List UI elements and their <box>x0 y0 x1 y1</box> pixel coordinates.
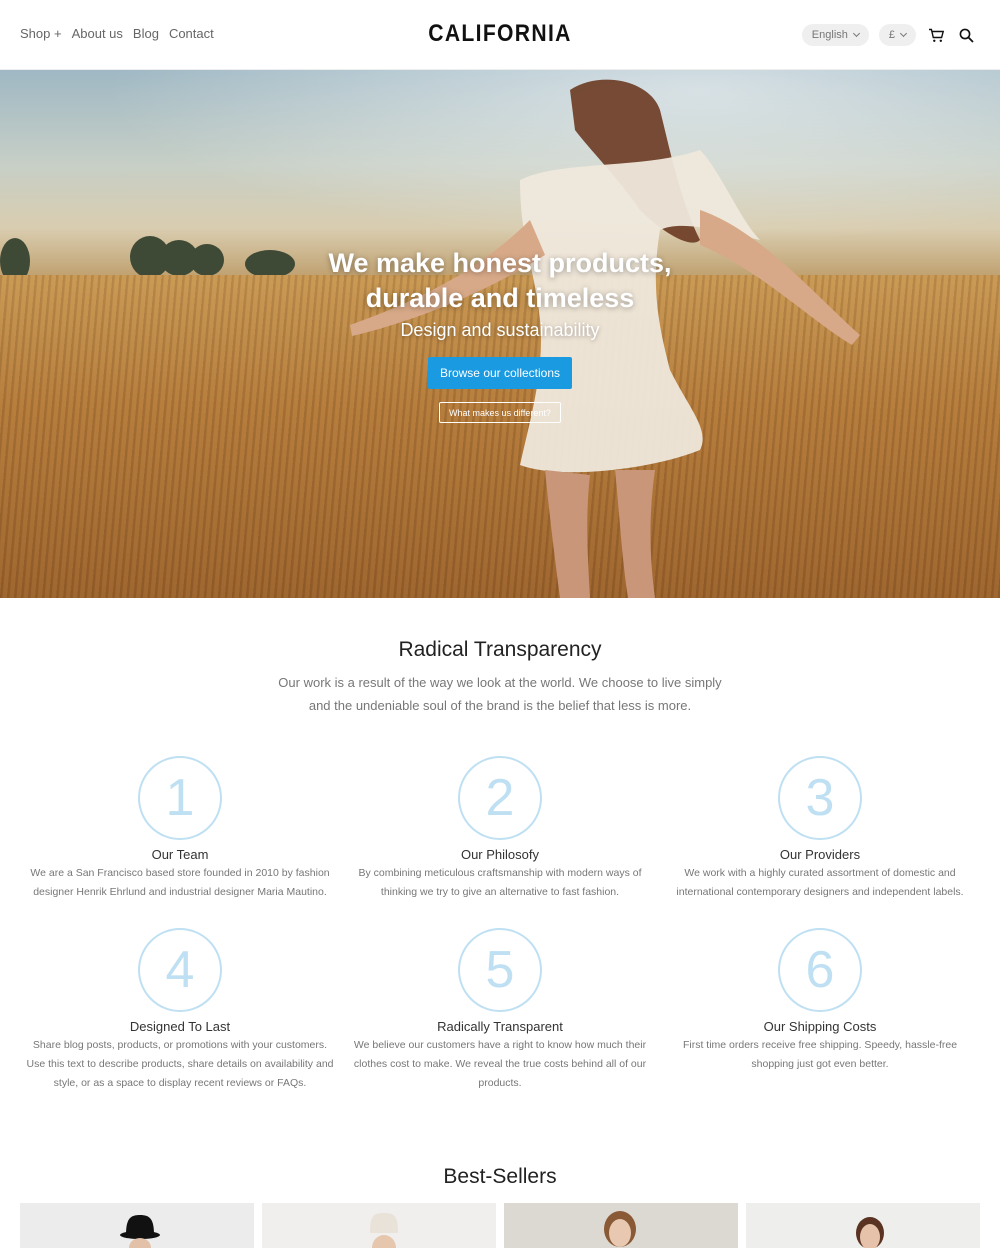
hero-title-line1: We make honest products, <box>328 248 672 278</box>
product-card[interactable] <box>746 1203 980 1248</box>
chevron-down-icon <box>852 29 860 38</box>
product-image <box>120 1215 160 1248</box>
feature-number-circle: 3 <box>778 756 862 840</box>
chevron-down-icon <box>899 29 908 38</box>
feature-title: Designed To Last <box>129 1019 231 1034</box>
hero-title-line2: durable and timeless <box>365 283 635 313</box>
feature-number-circle: 2 <box>458 756 542 840</box>
feature-title: Our Team <box>151 847 209 862</box>
feature-item: 2 Our Philosofy By combining meticulous … <box>340 756 660 902</box>
feature-title: Our Shipping Costs <box>763 1019 877 1034</box>
feature-number-circle: 4 <box>138 928 222 1012</box>
language-selector[interactable]: English <box>801 24 869 46</box>
feature-text: We believe our customers have a right to… <box>353 1039 647 1089</box>
feature-item: 3 Our Providers We work with a highly cu… <box>660 756 980 902</box>
feature-item: 4 Designed To Last Share blog posts, pro… <box>20 928 340 1093</box>
feature-number-circle: 6 <box>778 928 862 1012</box>
product-card[interactable] <box>20 1203 254 1248</box>
feature-item: 5 Radically Transparent We believe our c… <box>340 928 660 1093</box>
feature-item: 6 Our Shipping Costs First time orders r… <box>660 928 980 1074</box>
best-sellers-title: Best-Sellers <box>443 1165 557 1188</box>
best-sellers-grid <box>20 1203 980 1248</box>
feature-title: Our Philosofy <box>460 847 540 862</box>
transparency-title: Radical Transparency <box>398 638 602 661</box>
currency-selector[interactable]: £ <box>878 24 916 46</box>
browse-collections-button[interactable]: Browse our collections <box>428 357 572 389</box>
what-makes-us-different-button[interactable]: What makes us different? <box>439 402 561 423</box>
product-card[interactable] <box>262 1203 496 1248</box>
feature-number-circle: 5 <box>458 928 542 1012</box>
header-actions: English £ <box>801 24 976 46</box>
product-card[interactable] <box>504 1203 738 1248</box>
product-image <box>856 1217 884 1248</box>
site-header: Shop + About us Blog Contact CALIFORNIA … <box>0 0 1000 70</box>
hero-banner: We make honest products, durable and tim… <box>0 70 1000 598</box>
feature-text: We are a San Francisco based store found… <box>30 867 330 898</box>
feature-title: Radically Transparent <box>437 1019 563 1034</box>
feature-number-circle: 1 <box>138 756 222 840</box>
nav-shop[interactable]: Shop + <box>20 26 62 41</box>
feature-item: 1 Our Team We are a San Francisco based … <box>20 756 340 902</box>
search-icon[interactable] <box>956 25 976 45</box>
feature-text: First time orders receive free shipping.… <box>682 1039 958 1070</box>
feature-text: By combining meticulous craftsmanship wi… <box>358 867 642 898</box>
hero-text: We make honest products, durable and tim… <box>0 246 1000 341</box>
cart-icon[interactable] <box>926 25 946 45</box>
currency-label: £ <box>888 29 895 41</box>
hero-subtitle: Design and sustainability <box>400 320 600 340</box>
feature-text: Share blog posts, products, or promotion… <box>26 1039 334 1089</box>
product-image <box>370 1213 398 1248</box>
language-label: English <box>811 29 848 41</box>
feature-title: Our Providers <box>779 847 861 862</box>
product-image <box>604 1211 636 1247</box>
feature-text: We work with a highly curated assortment… <box>676 867 964 898</box>
transparency-intro: Our work is a result of the way we look … <box>278 675 722 713</box>
hero-title: We make honest products, durable and tim… <box>0 246 1000 316</box>
